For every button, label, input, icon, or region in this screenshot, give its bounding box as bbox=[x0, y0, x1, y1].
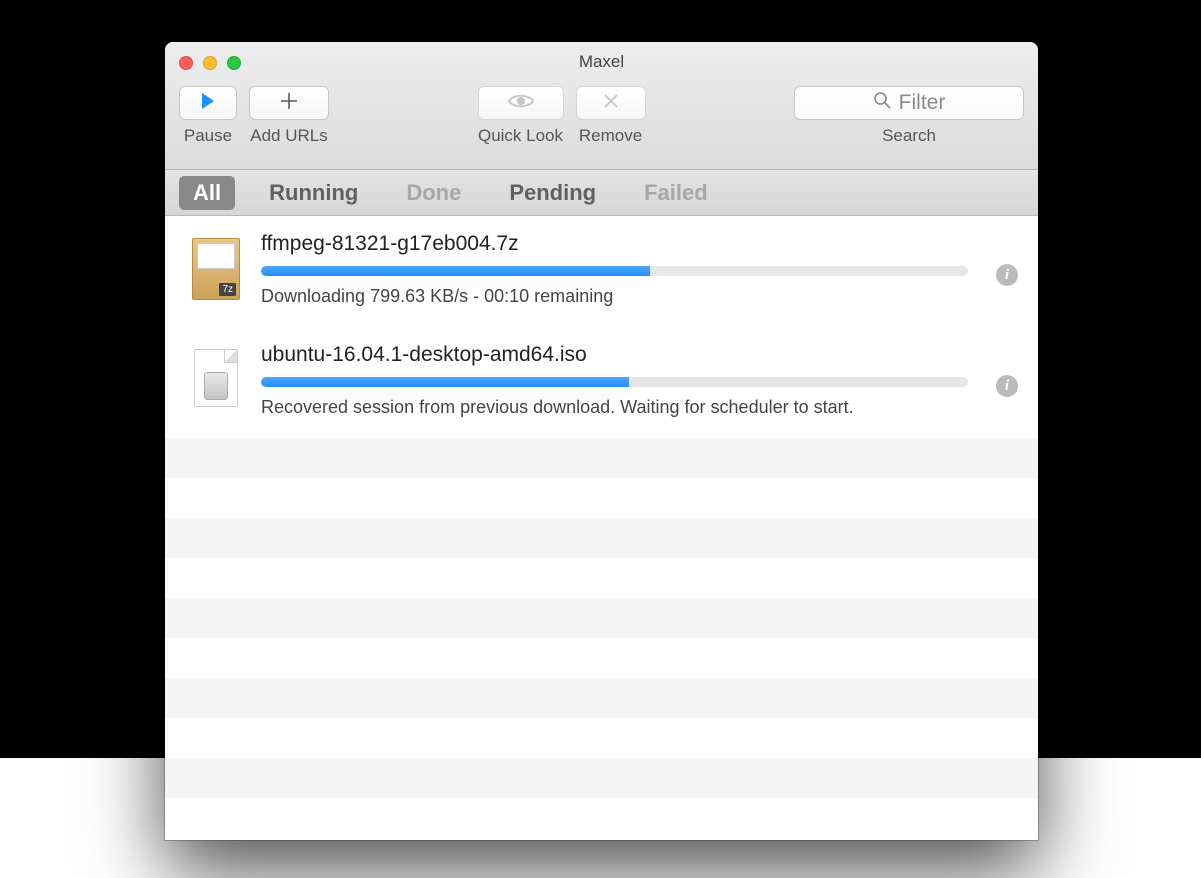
download-row[interactable]: 7z ffmpeg-81321-g17eb004.7z Downloading … bbox=[165, 216, 1038, 327]
iso-icon bbox=[194, 349, 238, 407]
list-stripe bbox=[165, 718, 1038, 758]
info-icon: i bbox=[996, 264, 1018, 286]
add-urls-button[interactable] bbox=[249, 86, 329, 120]
search-input[interactable]: Filter bbox=[794, 86, 1024, 120]
window-title: Maxel bbox=[165, 52, 1038, 72]
pause-button[interactable] bbox=[179, 86, 237, 120]
plus-icon bbox=[279, 91, 299, 116]
eye-icon bbox=[507, 92, 535, 115]
quick-look-button-label: Quick Look bbox=[478, 126, 563, 146]
app-window: Maxel Pause Add URLs bbox=[165, 42, 1038, 840]
filter-tabs: All Running Done Pending Failed bbox=[165, 170, 1038, 216]
download-filename: ffmpeg-81321-g17eb004.7z bbox=[261, 232, 968, 256]
info-button[interactable]: i bbox=[996, 375, 1018, 397]
tab-all[interactable]: All bbox=[179, 176, 235, 210]
sevenz-icon: 7z bbox=[192, 238, 240, 300]
search-icon bbox=[873, 91, 891, 115]
remove-button-label: Remove bbox=[579, 126, 642, 146]
tab-pending[interactable]: Pending bbox=[495, 176, 610, 210]
file-icon bbox=[189, 343, 243, 407]
add-urls-button-label: Add URLs bbox=[250, 126, 327, 146]
download-filename: ubuntu-16.04.1-desktop-amd64.iso bbox=[261, 343, 968, 367]
file-icon: 7z bbox=[189, 232, 243, 300]
download-row[interactable]: ubuntu-16.04.1-desktop-amd64.iso Recover… bbox=[165, 327, 1038, 438]
download-status: Recovered session from previous download… bbox=[261, 397, 968, 418]
progress-bar bbox=[261, 266, 968, 276]
tab-failed[interactable]: Failed bbox=[630, 176, 722, 210]
list-stripe bbox=[165, 438, 1038, 478]
download-status: Downloading 799.63 KB/s - 00:10 remainin… bbox=[261, 286, 968, 307]
info-button[interactable]: i bbox=[996, 264, 1018, 286]
list-stripe bbox=[165, 638, 1038, 678]
play-icon bbox=[201, 93, 215, 114]
progress-bar bbox=[261, 377, 968, 387]
list-stripe bbox=[165, 758, 1038, 798]
quick-look-button[interactable] bbox=[478, 86, 564, 120]
x-icon bbox=[602, 92, 620, 115]
progress-fill bbox=[261, 377, 629, 387]
tab-done[interactable]: Done bbox=[392, 176, 475, 210]
toolbar: Pause Add URLs Quick Look bbox=[179, 86, 1024, 168]
tab-running[interactable]: Running bbox=[255, 176, 372, 210]
remove-button[interactable] bbox=[576, 86, 646, 120]
list-stripe bbox=[165, 798, 1038, 838]
progress-fill bbox=[261, 266, 650, 276]
list-stripe bbox=[165, 598, 1038, 638]
list-stripe bbox=[165, 558, 1038, 598]
search-placeholder: Filter bbox=[899, 91, 946, 115]
info-icon: i bbox=[996, 375, 1018, 397]
downloads-list: 7z ffmpeg-81321-g17eb004.7z Downloading … bbox=[165, 216, 1038, 840]
titlebar: Maxel Pause Add URLs bbox=[165, 42, 1038, 170]
list-stripe bbox=[165, 478, 1038, 518]
search-label: Search bbox=[882, 126, 936, 146]
list-stripe bbox=[165, 518, 1038, 558]
list-stripe bbox=[165, 678, 1038, 718]
pause-button-label: Pause bbox=[184, 126, 232, 146]
